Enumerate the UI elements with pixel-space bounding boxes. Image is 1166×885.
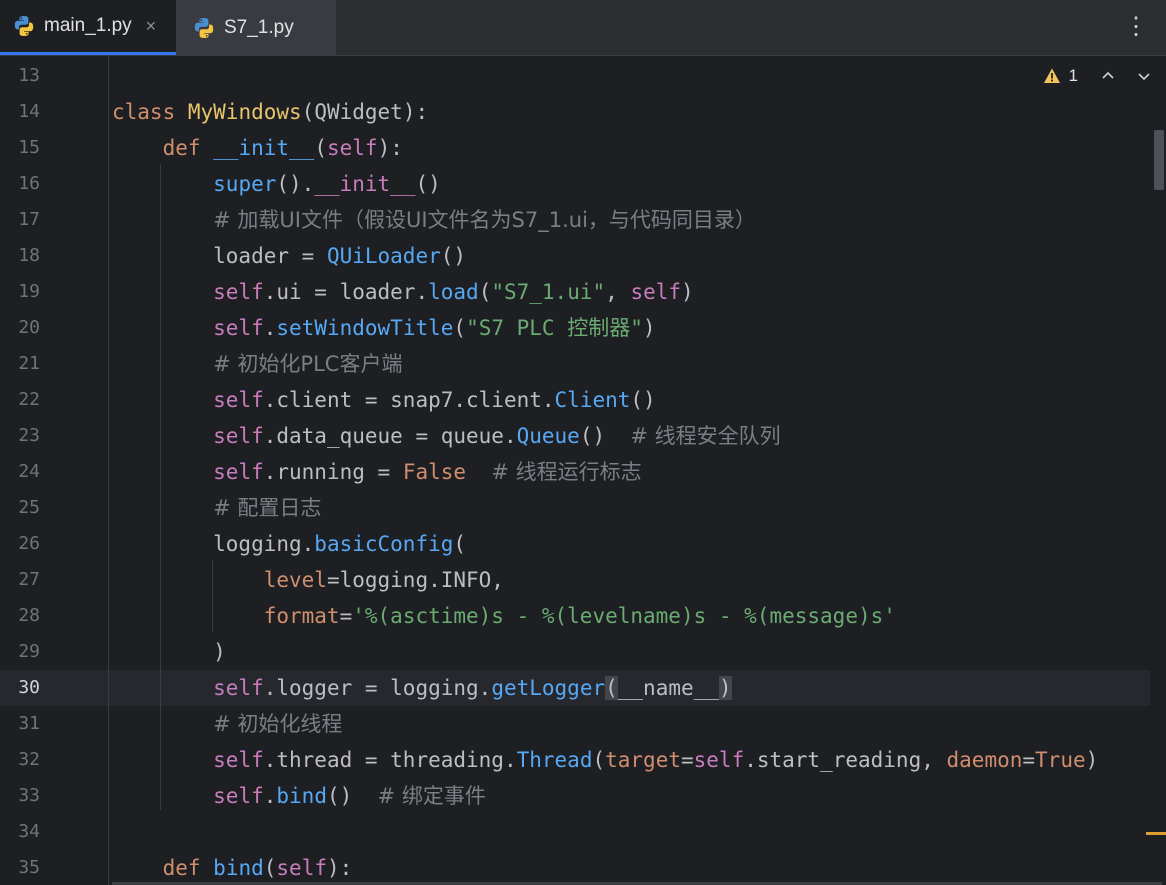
- code-line[interactable]: self.setWindowTitle("S7 PLC 控制器"): [112, 310, 655, 346]
- line-number: 27: [18, 569, 40, 590]
- indent-guide: [160, 164, 161, 810]
- scrollbar-marker: [1146, 832, 1166, 835]
- code-line[interactable]: def __init__(self):: [112, 130, 403, 166]
- code-line[interactable]: logging.basicConfig(: [112, 526, 466, 562]
- tab-label: main_1.py: [44, 15, 132, 36]
- code-line[interactable]: self.ui = loader.load("S7_1.ui", self): [112, 274, 694, 310]
- line-number: 23: [18, 425, 40, 446]
- line-number: 15: [18, 137, 40, 158]
- warning-count: 1: [1068, 66, 1078, 85]
- code-line[interactable]: # 配置日志: [112, 490, 321, 526]
- warning-icon[interactable]: [1043, 67, 1061, 85]
- code-line[interactable]: # 初始化线程: [112, 706, 342, 742]
- previous-highlight-icon[interactable]: [1100, 68, 1116, 84]
- tab-label: S7_1.py: [224, 16, 294, 38]
- line-number: 21: [18, 353, 40, 374]
- code-line[interactable]: level=logging.INFO,: [112, 562, 504, 598]
- code-line[interactable]: # 加载UI文件（假设UI文件名为S7_1.ui，与代码同目录）: [112, 202, 756, 238]
- tab-main-1-py[interactable]: main_1.py ×: [0, 0, 176, 55]
- line-number: 17: [18, 209, 40, 230]
- code-line[interactable]: ): [112, 634, 226, 670]
- vertical-scrollbar-thumb[interactable]: [1154, 130, 1164, 190]
- line-number: 32: [18, 749, 40, 770]
- code-editor[interactable]: 13 14 15 16 17 18 19 20 21 22 23 24 25 26 27 28 29 30 31 32…: [0, 56, 1166, 885]
- next-highlight-icon[interactable]: [1136, 68, 1152, 84]
- python-file-icon: [14, 16, 34, 36]
- code-line[interactable]: self.data_queue = queue.Queue() # 线程安全队列: [112, 418, 781, 454]
- code-line[interactable]: self.running = False # 线程运行标志: [112, 454, 641, 490]
- line-number: 14: [18, 101, 40, 122]
- line-number: 29: [18, 641, 40, 662]
- line-number: 16: [18, 173, 40, 194]
- line-number: 18: [18, 245, 40, 266]
- indent-guide: [212, 560, 213, 632]
- python-file-icon: [194, 17, 214, 38]
- line-number: 34: [18, 821, 40, 842]
- code-line[interactable]: # 初始化PLC客户端: [112, 346, 402, 382]
- code-line[interactable]: super().__init__(): [112, 166, 441, 202]
- line-number: 24: [18, 461, 40, 482]
- line-number: 22: [18, 389, 40, 410]
- code-line[interactable]: loader = QUiLoader(): [112, 238, 466, 274]
- tab-s7-1-py[interactable]: S7_1.py: [176, 0, 336, 55]
- line-number: 25: [18, 497, 40, 518]
- line-number: 20: [18, 317, 40, 338]
- line-number: 35: [18, 857, 40, 878]
- line-number: 33: [18, 785, 40, 806]
- code-line[interactable]: class MyWindows(QWidget):: [112, 94, 428, 130]
- line-number: 31: [18, 713, 40, 734]
- more-options-icon[interactable]: ⋮: [1124, 12, 1148, 40]
- code-line[interactable]: self.logger = logging.getLogger(__name__…: [112, 670, 732, 706]
- code-line[interactable]: self.thread = threading.Thread(target=se…: [112, 742, 1098, 778]
- code-line[interactable]: format='%(asctime)s - %(levelname)s - %(…: [112, 598, 896, 634]
- code-line[interactable]: def bind(self):: [112, 850, 353, 885]
- line-number: 19: [18, 281, 40, 302]
- inspection-widget: 1: [1043, 66, 1152, 86]
- indent-guide: [108, 56, 109, 885]
- code-line[interactable]: self.client = snap7.client.Client(): [112, 382, 656, 418]
- close-tab-icon[interactable]: ×: [146, 16, 157, 37]
- line-number: 26: [18, 533, 40, 554]
- line-number: 30: [18, 677, 40, 698]
- line-number: 28: [18, 605, 40, 626]
- line-number: 13: [18, 65, 40, 86]
- line-number-gutter: 13 14 15 16 17 18 19 20 21 22 23 24 25 26 27 28 29 30 31 32…: [0, 56, 60, 885]
- editor-tab-bar: main_1.py × S7_1.py ⋮: [0, 0, 1166, 56]
- code-line[interactable]: self.bind() # 绑定事件: [112, 778, 486, 814]
